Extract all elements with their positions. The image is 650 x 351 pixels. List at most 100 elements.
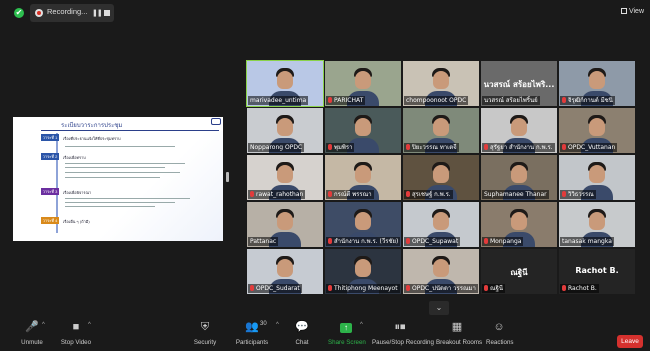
participant-name-label: สุรเชษฐ์ ก.พ.ร. (404, 190, 453, 199)
participant-tile[interactable]: สุรัฐยา สำนักงาน ก.พ.ร. (481, 108, 557, 153)
participant-tile[interactable]: พุมพิรา (325, 108, 401, 153)
participant-name-label: Rachot B. (560, 284, 599, 293)
participant-tile[interactable]: Nopparong OPDC (247, 108, 323, 153)
agenda-text-2: เรื่องเพื่อทราบ (63, 155, 86, 160)
participants-count: 30 (260, 321, 267, 327)
participant-head (355, 212, 371, 230)
participant-name: นวสรณ์ สร้อยไพริ้นย์ (484, 97, 538, 104)
participant-head (511, 165, 527, 183)
participant-name-label: tanasak mangka (560, 237, 614, 246)
participant-name: Monpanga (490, 238, 522, 245)
participant-tile[interactable]: ณฐินี ณฐินี (481, 249, 557, 294)
participant-tile[interactable]: Monpanga (481, 202, 557, 247)
participant-tile[interactable]: rawat_rahothan (247, 155, 323, 200)
security-label: Security (193, 339, 217, 346)
stop-icon[interactable] (104, 10, 110, 16)
participant-tile[interactable]: วิวิธวรรณ (559, 155, 635, 200)
participant-head (355, 118, 371, 136)
participant-tile[interactable]: สำนักงาน ก.พ.ร. (วีรชัย) (325, 202, 401, 247)
pause-stop-icon: ⏸⏹ (394, 321, 406, 333)
participant-head (355, 71, 371, 89)
participant-name: rawat_rahothan (256, 191, 304, 198)
meeting-toolbar: 🎤 Unmute ^ ■ Stop Video ^ ⛨ Security 👥 3… (0, 318, 650, 351)
participant-name: กรณ์ตี พรรณา (334, 191, 372, 198)
microphone-muted-icon (562, 191, 566, 197)
chat-label: Chat (295, 339, 309, 346)
microphone-muted-icon (406, 191, 410, 197)
unmute-button[interactable]: 🎤 Unmute ^ (14, 320, 50, 351)
participant-tile[interactable]: OPDC_Sudarat (247, 249, 323, 294)
chevron-down-icon: ⌄ (435, 303, 443, 312)
breakout-rooms-button[interactable]: ▦ Breakout Rooms (436, 320, 483, 351)
microphone-muted-icon (328, 144, 332, 150)
participant-tile[interactable]: นวสรณ์ สร้อยไพริ... นวสรณ์ สร้อยไพริ้นย์ (481, 61, 557, 106)
participant-tile[interactable]: OPDC_Supawat (403, 202, 479, 247)
participant-tile[interactable]: Rachot B. Rachot B. (559, 249, 635, 294)
participant-head (277, 165, 293, 183)
participant-tile[interactable]: tanasak mangka (559, 202, 635, 247)
participant-head (277, 259, 293, 277)
agenda-text-4: เรื่องอื่น ๆ (ถ้ามี) (63, 219, 90, 224)
participant-tile[interactable]: จิรุฒิก์กานต์ มีชนิ (559, 61, 635, 106)
participant-display-name: นวสรณ์ สร้อยไพริ... (483, 80, 555, 89)
participant-tile[interactable]: Pattanac (247, 202, 323, 247)
participant-head (511, 212, 527, 230)
pause-stop-recording-button[interactable]: ⏸⏹ Pause/Stop Recording (372, 320, 434, 351)
unmute-label: Unmute (21, 339, 43, 346)
participant-tile[interactable]: กรณ์ตี พรรณา (325, 155, 401, 200)
stop-video-button[interactable]: ■ Stop Video ^ (58, 320, 94, 351)
participant-tile[interactable]: chompoonoot OPDC (403, 61, 479, 106)
participant-tile[interactable]: ปิยะวรรณ ทาเตจี (403, 108, 479, 153)
participant-name-label: นวสรณ์ สร้อยไพริ้นย์ (482, 96, 540, 105)
microphone-muted-icon (328, 191, 332, 197)
participant-head (433, 71, 449, 89)
participants-button[interactable]: 👥 30 Participants ^ (230, 320, 279, 351)
slide-background (13, 131, 223, 241)
caret-up-icon[interactable]: ^ (276, 322, 279, 328)
shield-icon: ⛨ (200, 321, 210, 333)
participant-tile[interactable]: PARICHAT (325, 61, 401, 106)
participant-head (355, 259, 371, 277)
reactions-button[interactable]: ☺ Reactions (486, 320, 514, 351)
split-handle[interactable] (226, 172, 229, 182)
participant-head (589, 165, 605, 183)
participant-head (277, 212, 293, 230)
participant-tile[interactable]: สุรเชษฐ์ ก.พ.ร. (403, 155, 479, 200)
participant-name: Nopparong OPDC (250, 144, 303, 151)
caret-up-icon[interactable]: ^ (42, 322, 45, 328)
chat-button[interactable]: 💬 Chat (292, 320, 312, 351)
caret-up-icon[interactable]: ^ (88, 322, 91, 328)
leave-button[interactable]: Leave (617, 335, 643, 348)
view-button[interactable]: View (620, 8, 644, 15)
recording-label: Recording... (47, 7, 88, 16)
agenda-step-1: วาระที่ 1 (41, 134, 59, 141)
participant-head (433, 212, 449, 230)
participant-name-label: Suphamanee Thanar (482, 190, 549, 199)
participant-tile[interactable]: Suphamanee Thanar (481, 155, 557, 200)
participant-tile[interactable]: marivadee_untima (246, 60, 324, 107)
shared-screen: ระเบียบวาระการประชุม วาระที่ 1 เรื่องที่… (13, 117, 223, 241)
shield-icon[interactable]: ✔ (14, 8, 24, 18)
security-button[interactable]: ⛨ Security (192, 320, 218, 351)
participant-name: สุรเชษฐ์ ก.พ.ร. (412, 191, 451, 198)
participant-name: Pattanac (250, 238, 277, 245)
participant-name-label: rawat_rahothan (248, 190, 306, 199)
participant-head (433, 118, 449, 136)
agenda-detail-line (65, 163, 185, 164)
participant-tile[interactable]: OPDC_Vuttanan (559, 108, 635, 153)
agenda-detail-line (65, 198, 190, 199)
caret-up-icon[interactable]: ^ (360, 322, 363, 328)
participant-name-label: จิรุฒิก์กานต์ มีชนิ (560, 96, 615, 105)
participant-head (589, 71, 605, 89)
breakout-rooms-label: Breakout Rooms (436, 339, 483, 346)
participant-name-label: ณฐินี (482, 284, 505, 293)
organization-logo (211, 118, 221, 125)
participant-tile[interactable]: Thitiphong Meenayot (325, 249, 401, 294)
scroll-down-button[interactable]: ⌄ (429, 301, 449, 315)
participant-name: tanasak mangka (562, 238, 612, 245)
share-screen-button[interactable]: ↑ Share Screen ^ (328, 320, 366, 351)
participant-name: ณฐินี (490, 285, 503, 292)
agenda-detail-line (65, 167, 165, 168)
pause-icon[interactable]: ❚❚ (92, 9, 103, 17)
participant-tile[interactable]: OPDC_ปนัดดา วรรณมา (403, 249, 479, 294)
